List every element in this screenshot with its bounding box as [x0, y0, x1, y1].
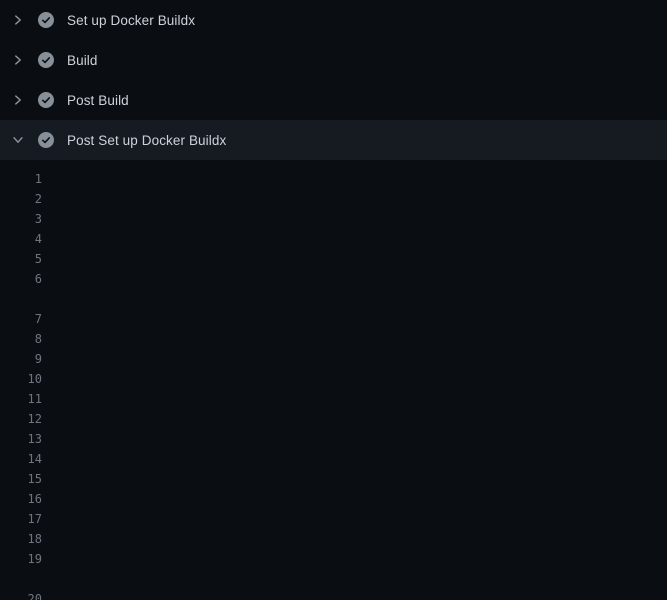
- line-number[interactable]: 13: [0, 429, 42, 449]
- log-line: 18 time="2021-04-23T18:02:38Z" level=deb…: [0, 529, 667, 549]
- line-number[interactable]: 10: [0, 369, 42, 389]
- check-circle-icon: [38, 92, 54, 108]
- line-number[interactable]: 12: [0, 409, 42, 429]
- log-line: 9 time="2021-04-23T18:02:37Z" level=warn…: [0, 349, 667, 369]
- step-title: Post Set up Docker Buildx: [67, 133, 226, 148]
- line-number[interactable]: 20: [0, 589, 42, 600]
- chevron-down-icon[interactable]: [10, 132, 26, 148]
- step-header-build[interactable]: Build: [0, 40, 667, 80]
- log-line: 15 time="2021-04-23T18:02:38Z" level=deb…: [0, 469, 667, 489]
- line-number[interactable]: 15: [0, 469, 42, 489]
- log-line: 12 time="2021-04-23T18:02:38Z" level=deb…: [0, 409, 667, 429]
- log-line: 4 time="2021-04-23T18:02:37Z" level=info…: [0, 229, 667, 249]
- line-number[interactable]: 17: [0, 509, 42, 529]
- check-circle-icon: [38, 52, 54, 68]
- line-number[interactable]: 8: [0, 329, 42, 349]
- check-circle-icon: [38, 12, 54, 28]
- step-header-post-set-up-docker-buildx[interactable]: Post Set up Docker Buildx: [0, 120, 667, 160]
- log-line: 1 Post job cleanup.: [0, 169, 667, 189]
- log-line: 7 time="2021-04-23T18:02:37Z" level=warn…: [0, 309, 667, 329]
- log-line: 14 time="2021-04-23T18:02:38Z" level=deb…: [0, 449, 667, 469]
- log-line: 11 time="2021-04-23T18:02:38Z" level=deb…: [0, 389, 667, 409]
- workflow-log-viewer: Set up Docker Buildx Build P: [0, 0, 667, 600]
- log-line: 5 time="2021-04-23T18:02:37Z" level=warn…: [0, 249, 667, 269]
- step-title: Post Build: [67, 93, 129, 108]
- steps-list: Set up Docker Buildx Build P: [0, 0, 667, 160]
- log-line: 19 time="2021-04-23T18:02:38Z" level=deb…: [0, 549, 667, 569]
- step-header-post-build[interactable]: Post Build: [0, 80, 667, 120]
- log-line: 3 /usr/bin/docker logs buildx_buildkit_b…: [0, 209, 667, 229]
- line-number[interactable]: 18: [0, 529, 42, 549]
- line-number[interactable]: 16: [0, 489, 42, 509]
- log-line: 17 time="2021-04-23T18:02:38Z" level=deb…: [0, 509, 667, 529]
- log-line: 13 time="2021-04-23T18:02:38Z" level=deb…: [0, 429, 667, 449]
- log-line: 10 time="2021-04-23T18:02:37Z" level=inf…: [0, 369, 667, 389]
- line-number[interactable]: 14: [0, 449, 42, 469]
- line-number[interactable]: 7: [0, 309, 42, 329]
- step-title: Build: [67, 53, 98, 68]
- log-content: 1 Post job cleanup. 2 ▼BuildKit containe…: [0, 160, 667, 600]
- log-line: 2 ▼BuildKit container logs: [0, 189, 667, 209]
- log-line: 6 time="2021-04-23T18:02:37Z" level=info…: [0, 269, 667, 289]
- log-line: linux/riscv64 linux/ppc64le linux/s390x …: [0, 289, 667, 309]
- chevron-right-icon[interactable]: [10, 12, 26, 28]
- line-number[interactable]: 1: [0, 169, 42, 189]
- step-title: Set up Docker Buildx: [67, 13, 195, 28]
- line-number[interactable]: 5: [0, 249, 42, 269]
- check-circle-icon: [38, 132, 54, 148]
- line-number[interactable]: 11: [0, 389, 42, 409]
- line-number[interactable]: 6: [0, 269, 42, 289]
- step-header-set-up-docker-buildx[interactable]: Set up Docker Buildx: [0, 0, 667, 40]
- chevron-right-icon[interactable]: [10, 92, 26, 108]
- line-number[interactable]: 4: [0, 229, 42, 249]
- log-line: 8 time="2021-04-23T18:02:37Z" level=info…: [0, 329, 667, 349]
- line-number[interactable]: 9: [0, 349, 42, 369]
- log-line: application/vnd.oci.image.index.v1+json,…: [0, 569, 667, 589]
- line-number[interactable]: 19: [0, 549, 42, 569]
- log-line: 20 time="2021-04-23T18:02:38Z" level=deb…: [0, 589, 667, 600]
- line-number[interactable]: 3: [0, 209, 42, 229]
- line-number[interactable]: 2: [0, 189, 42, 209]
- chevron-right-icon[interactable]: [10, 52, 26, 68]
- log-line: 16 time="2021-04-23T18:02:38Z" level=deb…: [0, 489, 667, 509]
